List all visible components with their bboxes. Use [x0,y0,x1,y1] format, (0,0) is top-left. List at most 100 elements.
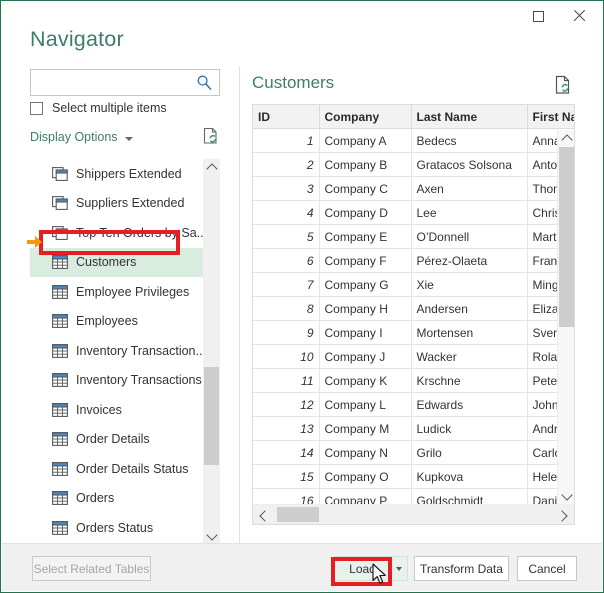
table-cell: 15 [253,464,320,489]
tree-item[interactable]: Customers [30,247,220,277]
table-row[interactable]: 7 Company G Xie Ming-Y [253,272,574,297]
tree-item-label: Customers [76,255,137,270]
document-refresh-icon[interactable] [553,75,573,95]
table-row[interactable]: 12 Company L Edwards John [253,392,574,417]
table-row[interactable]: 15 Company O Kupkova Helena [253,464,574,489]
select-multiple-items-checkbox[interactable] [30,101,43,115]
preview-table: ID Company Last Name First Nam 1Company … [253,105,574,524]
table-cell: Wacker [411,344,528,369]
column-header-company[interactable]: Company [319,105,412,129]
table-cell: Grilo [411,440,528,465]
table-cell: Company G [319,272,412,297]
table-cell: Axen [411,176,528,201]
table-cell: Ludick [411,416,528,441]
search-input[interactable] [31,70,193,95]
view-icon [52,196,68,211]
load-button[interactable]: Load [334,556,391,581]
table-row[interactable]: 11 Company K Krschne Peter [253,368,574,393]
table-cell: 2 [253,152,320,177]
table-icon [52,314,68,329]
tree-item[interactable]: Order Details Status [30,454,202,484]
table-cell: Company M [319,416,412,441]
tree-item-label: Employees [76,314,138,329]
select-related-tables-button[interactable]: Select Related Tables [32,556,151,581]
grid-scroll-up-button[interactable] [558,130,574,147]
transform-data-button[interactable]: Transform Data [414,556,509,581]
table-cell: Xie [411,272,528,297]
preview-grid[interactable]: ID Company Last Name First Nam 1Company … [252,104,575,525]
tree-item[interactable]: Employee Privileges [30,277,202,307]
chevron-down-icon[interactable] [125,137,133,141]
chevron-up-icon [207,163,216,172]
table-row[interactable]: 4 Company D Lee Christi [253,200,574,225]
object-tree[interactable]: Shippers Extended Suppliers Extended Top T… [30,159,220,544]
tree-item-label: Inventory Transaction... [76,343,206,358]
document-refresh-icon[interactable] [201,127,220,146]
table-cell: 3 [253,176,320,201]
tree-item-label: Orders Status [76,520,154,535]
table-cell: 4 [253,200,320,225]
table-cell: Company J [319,344,412,369]
display-options-label[interactable]: Display Options [30,130,118,144]
tree-scroll-down-button[interactable] [203,527,220,544]
grid-vertical-scrollbar-thumb[interactable] [559,147,574,327]
chevron-down-icon [396,566,402,571]
table-cell: Company N [319,440,412,465]
table-row[interactable]: 8 Company H Andersen Elizabe [253,296,574,321]
grid-scroll-left-button[interactable] [255,505,273,524]
table-cell: Bedecs [411,128,528,153]
load-dropdown-button[interactable] [390,556,408,581]
maximize-button[interactable] [518,1,558,31]
search-icon[interactable] [196,74,213,91]
table-row[interactable]: 9 Company I Mortensen Sven [253,320,574,345]
tree-scrollbar[interactable] [203,159,220,544]
table-row[interactable]: 3 Company C Axen Thoma [253,176,574,201]
table-cell: Company C [319,176,412,201]
tree-item[interactable]: Order Details [30,425,202,455]
table-row[interactable]: 2 Company B Gratacos Solsona Anton [253,152,574,177]
tree-item[interactable]: Invoices [30,395,202,425]
table-cell: 12 [253,392,320,417]
table-row[interactable]: 6 Company F Pérez-Olaeta Franci [253,248,574,273]
column-header-id[interactable]: ID [253,105,320,129]
table-icon [52,491,68,506]
table-row[interactable]: 14 Company N Grilo Carlos [253,440,574,465]
tree-item[interactable]: Orders Status [30,513,202,543]
grid-horizontal-scrollbar-thumb[interactable] [277,507,319,522]
select-multiple-items-row[interactable]: Select multiple items [30,101,167,115]
grid-scroll-right-button[interactable] [552,505,570,524]
tree-item[interactable]: Employees [30,307,202,337]
chevron-down-icon [207,531,216,540]
table-row[interactable]: 5 Company E O’Donnell Martin [253,224,574,249]
view-icon [52,166,68,181]
table-cell: 8 [253,296,320,321]
table-icon [52,255,68,270]
grid-horizontal-scrollbar[interactable] [253,504,574,524]
tree-item[interactable]: Top Ten Orders by Sa... [30,218,207,248]
table-cell: Company B [319,152,412,177]
grid-scroll-down-button[interactable] [558,487,574,504]
tree-item[interactable]: Shippers Extended [30,159,202,189]
table-row[interactable]: 13 Company M Ludick Andre [253,416,574,441]
tree-item-label: Order Details Status [76,461,189,476]
search-box[interactable] [30,69,220,96]
tree-item[interactable]: Inventory Transactions [30,366,202,396]
close-button[interactable] [559,1,599,31]
tree-item[interactable]: Suppliers Extended [30,189,202,219]
column-header-first-name[interactable]: First Nam [527,105,574,129]
table-cell: Edwards [411,392,528,417]
tree-scroll-up-button[interactable] [203,159,220,176]
table-row[interactable]: 1 Company A Bedecs Anna [253,128,574,153]
tree-item-label: Invoices [76,402,122,417]
table-row[interactable]: 10 Company J Wacker Roland [253,344,574,369]
cancel-button[interactable]: Cancel [517,556,577,581]
column-header-last-name[interactable]: Last Name [411,105,528,129]
table-cell: Company A [319,128,412,153]
table-cell: 5 [253,224,320,249]
tree-item[interactable]: Orders [30,484,202,514]
page-title: Navigator [30,27,124,51]
tree-item[interactable]: Inventory Transaction... [30,336,206,366]
table-cell: 9 [253,320,320,345]
tree-scrollbar-thumb[interactable] [204,367,219,465]
grid-vertical-scrollbar[interactable] [557,130,574,504]
